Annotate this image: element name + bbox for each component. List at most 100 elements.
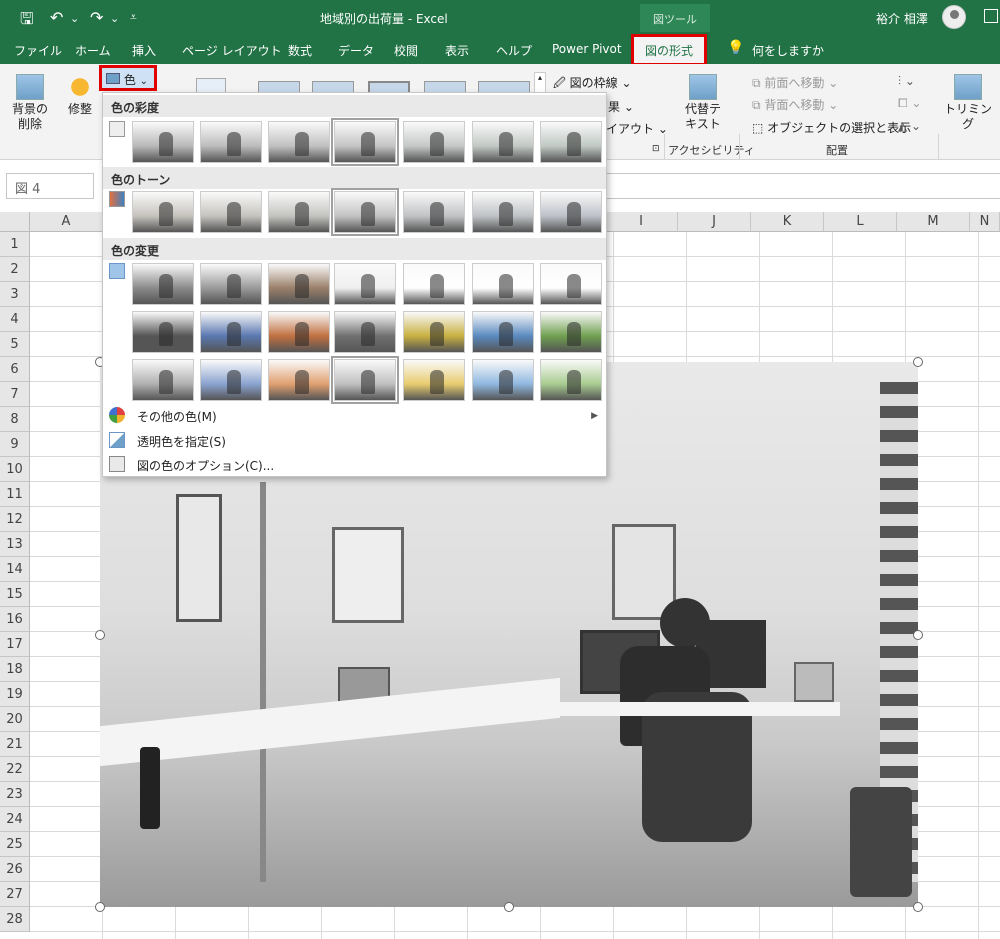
- more-colors-item[interactable]: その他の色(M): [137, 408, 217, 425]
- row-header[interactable]: 21: [0, 732, 30, 757]
- recolor-swatch[interactable]: [200, 359, 262, 401]
- recolor-swatch[interactable]: [268, 263, 330, 305]
- row-header[interactable]: 1: [0, 232, 30, 257]
- tab-insert[interactable]: 挿入: [132, 42, 156, 59]
- redo-icon[interactable]: ↷: [90, 8, 103, 27]
- saturation-swatch[interactable]: [472, 121, 534, 163]
- row-header[interactable]: 3: [0, 282, 30, 307]
- resize-handle-e[interactable]: [913, 630, 923, 640]
- picture-effects-button[interactable]: 果 ⌄: [608, 98, 634, 115]
- recolor-swatch[interactable]: [403, 359, 465, 401]
- rotate-icon[interactable]: ◭ ⌄: [898, 119, 921, 133]
- recolor-swatch[interactable]: [200, 263, 262, 305]
- send-backward-button[interactable]: ⧉ 背面へ移動 ⌄: [752, 96, 838, 113]
- recolor-swatch[interactable]: [403, 263, 465, 305]
- save-icon[interactable]: 🖫: [20, 8, 34, 35]
- recolor-swatch[interactable]: [540, 359, 602, 401]
- selection-pane-button[interactable]: ⬚ オブジェクトの選択と表示: [752, 119, 911, 136]
- recolor-swatch[interactable]: [132, 311, 194, 353]
- saturation-swatch[interactable]: [268, 121, 330, 163]
- row-header[interactable]: 2: [0, 257, 30, 282]
- tone-swatch[interactable]: [403, 191, 465, 233]
- row-header[interactable]: 23: [0, 782, 30, 807]
- resize-handle-ne[interactable]: [913, 357, 923, 367]
- row-header[interactable]: 7: [0, 382, 30, 407]
- row-header[interactable]: 8: [0, 407, 30, 432]
- tell-me-search[interactable]: 何をしますか: [752, 42, 824, 59]
- picture-layout-button[interactable]: イアウト ⌄: [606, 120, 668, 137]
- undo-icon[interactable]: ↶: [50, 8, 63, 27]
- tab-help[interactable]: ヘルプ: [496, 42, 532, 59]
- column-header[interactable]: A: [30, 212, 103, 232]
- row-header[interactable]: 18: [0, 657, 30, 682]
- recolor-swatch[interactable]: [200, 311, 262, 353]
- recolor-swatch[interactable]: [472, 359, 534, 401]
- column-header[interactable]: L: [824, 212, 897, 232]
- recolor-swatch[interactable]: [540, 263, 602, 305]
- row-header[interactable]: 26: [0, 857, 30, 882]
- tone-swatch[interactable]: [331, 188, 399, 236]
- recolor-swatch[interactable]: [472, 311, 534, 353]
- tone-swatch[interactable]: [540, 191, 602, 233]
- column-header[interactable]: I: [605, 212, 678, 232]
- user-name[interactable]: 裕介 相澤: [876, 10, 928, 27]
- saturation-swatch[interactable]: [403, 121, 465, 163]
- customize-qat-icon[interactable]: ⩡: [130, 10, 137, 25]
- row-header[interactable]: 4: [0, 307, 30, 332]
- saturation-swatch[interactable]: [132, 121, 194, 163]
- recolor-swatch[interactable]: [472, 263, 534, 305]
- set-transparent-color-item[interactable]: 透明色を指定(S): [137, 433, 226, 450]
- tab-view[interactable]: 表示: [445, 42, 469, 59]
- column-header[interactable]: J: [678, 212, 751, 232]
- row-header[interactable]: 17: [0, 632, 30, 657]
- recolor-swatch[interactable]: [268, 359, 330, 401]
- saturation-swatch[interactable]: [200, 121, 262, 163]
- row-header[interactable]: 5: [0, 332, 30, 357]
- select-all-corner[interactable]: [0, 212, 30, 232]
- column-header[interactable]: M: [897, 212, 970, 232]
- saturation-swatch[interactable]: [540, 121, 602, 163]
- row-header[interactable]: 9: [0, 432, 30, 457]
- row-header[interactable]: 10: [0, 457, 30, 482]
- remove-background-button[interactable]: 背景の 削除: [6, 74, 54, 132]
- align-icon[interactable]: ⫶ ⌄: [898, 74, 915, 89]
- formula-input[interactable]: [605, 173, 1000, 199]
- row-header[interactable]: 25: [0, 832, 30, 857]
- recolor-swatch[interactable]: [540, 311, 602, 353]
- column-header[interactable]: K: [751, 212, 824, 232]
- tab-power-pivot[interactable]: Power Pivot: [552, 42, 622, 56]
- bring-forward-button[interactable]: ⧉ 前面へ移動 ⌄: [752, 74, 838, 91]
- resize-handle-w[interactable]: [95, 630, 105, 640]
- tab-review[interactable]: 校閲: [394, 42, 418, 59]
- row-header[interactable]: 16: [0, 607, 30, 632]
- dialog-launcher-icon[interactable]: ⊡: [652, 144, 660, 154]
- tone-swatch[interactable]: [268, 191, 330, 233]
- row-header[interactable]: 6: [0, 357, 30, 382]
- name-box[interactable]: 図 4: [6, 173, 94, 199]
- tab-formulas[interactable]: 数式: [288, 42, 312, 59]
- row-header[interactable]: 12: [0, 507, 30, 532]
- recolor-swatch[interactable]: [403, 311, 465, 353]
- row-header[interactable]: 13: [0, 532, 30, 557]
- resize-handle-sw[interactable]: [95, 902, 105, 912]
- recolor-swatch[interactable]: [334, 263, 396, 305]
- group-icon[interactable]: ⧠ ⌄: [898, 96, 921, 111]
- restore-icon[interactable]: [984, 9, 998, 23]
- tone-swatch[interactable]: [200, 191, 262, 233]
- recolor-swatch[interactable]: [132, 263, 194, 305]
- recolor-swatch[interactable]: [331, 356, 399, 404]
- saturation-swatch[interactable]: [331, 118, 399, 166]
- tab-home[interactable]: ホーム: [75, 42, 111, 59]
- tab-picture-format[interactable]: 図の形式: [630, 34, 708, 66]
- row-header[interactable]: 19: [0, 682, 30, 707]
- recolor-swatch[interactable]: [334, 311, 396, 353]
- alt-text-button[interactable]: 代替テ キスト: [678, 74, 728, 132]
- resize-handle-s[interactable]: [504, 902, 514, 912]
- row-header[interactable]: 22: [0, 757, 30, 782]
- row-header[interactable]: 24: [0, 807, 30, 832]
- color-button[interactable]: 色 ⌄: [99, 65, 157, 91]
- row-header[interactable]: 27: [0, 882, 30, 907]
- row-header[interactable]: 20: [0, 707, 30, 732]
- tab-file[interactable]: ファイル: [14, 42, 62, 59]
- recolor-swatch[interactable]: [132, 359, 194, 401]
